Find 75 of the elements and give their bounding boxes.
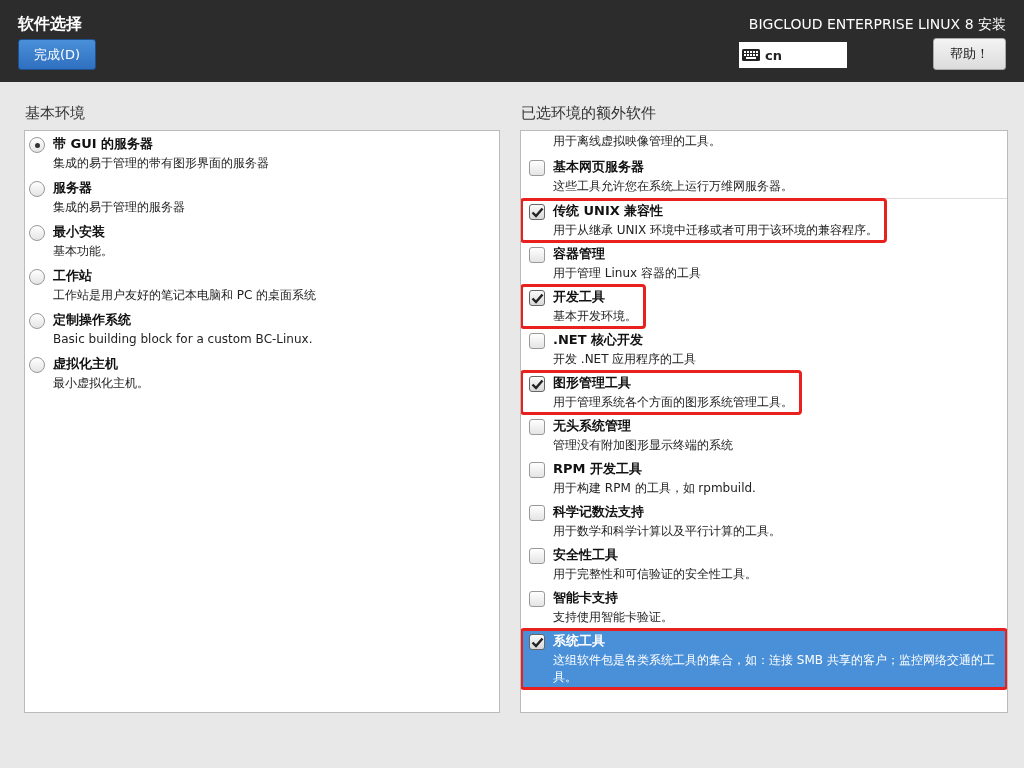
- environment-description: 最小虚拟化主机。: [53, 375, 149, 392]
- checkbox[interactable]: [529, 376, 545, 392]
- environment-description: Basic building block for a custom BC-Linux.: [53, 331, 313, 348]
- addon-name: 传统 UNIX 兼容性: [553, 202, 665, 220]
- checkbox[interactable]: [529, 419, 545, 435]
- addon-name: 容器管理: [553, 245, 606, 263]
- environment-name: 最小安装: [53, 223, 106, 241]
- checkbox[interactable]: [529, 505, 545, 521]
- environment-name: 工作站: [53, 267, 93, 285]
- addon-name: 无头系统管理: [553, 417, 632, 435]
- addon-item[interactable]: 基本网页服务器 这些工具允许您在系统上运行万维网服务器。: [521, 155, 801, 198]
- addon-name: 科学记数法支持: [553, 503, 645, 521]
- addon-item[interactable]: 安全性工具 用于完整性和可信验证的安全性工具。: [521, 543, 765, 586]
- addon-name: 基本网页服务器: [553, 158, 645, 176]
- radio-button[interactable]: [29, 313, 45, 329]
- addon-description: 用于管理系统各个方面的图形系统管理工具。: [553, 394, 793, 411]
- addon-description: 用于管理 Linux 容器的工具: [553, 265, 701, 282]
- environment-name: 带 GUI 的服务器: [53, 135, 155, 153]
- addon-description: 用于从继承 UNIX 环境中迁移或者可用于该环境的兼容程序。: [553, 222, 879, 239]
- environment-description: 工作站是用户友好的笔记本电脑和 PC 的桌面系统: [53, 287, 317, 304]
- addon-name: 开发工具: [553, 288, 606, 306]
- addon-name: 智能卡支持: [553, 589, 619, 607]
- addon-item[interactable]: 智能卡支持 支持使用智能卡验证。: [521, 586, 681, 629]
- environment-description: 集成的易于管理的带有图形界面的服务器: [53, 155, 269, 172]
- addon-description: 基本开发环境。: [553, 308, 637, 325]
- radio-button[interactable]: [29, 357, 45, 373]
- addon-item[interactable]: 无头系统管理 管理没有附加图形显示终端的系统: [521, 414, 741, 457]
- addon-description: 管理没有附加图形显示终端的系统: [553, 437, 733, 454]
- addon-name: 图形管理工具: [553, 374, 632, 392]
- environment-description: 基本功能。: [53, 243, 113, 260]
- done-button[interactable]: 完成(D): [18, 39, 96, 70]
- addon-description: 用于构建 RPM 的工具，如 rpmbuild.: [553, 480, 756, 497]
- checkbox[interactable]: [529, 462, 545, 478]
- page-title: 软件选择: [18, 14, 82, 35]
- addon-description: 支持使用智能卡验证。: [553, 609, 673, 626]
- addon-item[interactable]: 容器管理 用于管理 Linux 容器的工具: [521, 242, 709, 285]
- addon-name: 安全性工具: [553, 546, 619, 564]
- radio-button[interactable]: [29, 181, 45, 197]
- checkbox[interactable]: [529, 634, 545, 650]
- addon-name: .NET 核心开发: [553, 331, 645, 349]
- checkbox[interactable]: [529, 160, 545, 176]
- addon-item[interactable]: 传统 UNIX 兼容性 用于从继承 UNIX 环境中迁移或者可用于该环境的兼容程序。: [521, 199, 887, 242]
- radio-button[interactable]: [29, 269, 45, 285]
- radio-button[interactable]: [29, 225, 45, 241]
- checkbox[interactable]: [529, 204, 545, 220]
- checkbox[interactable]: [529, 548, 545, 564]
- addon-item[interactable]: .NET 核心开发 开发 .NET 应用程序的工具: [521, 328, 705, 371]
- addon-name: RPM 开发工具: [553, 460, 643, 478]
- addon-description: 这组软件包是各类系统工具的集合，如：连接 SMB 共享的客户；监控网络交通的工具。: [553, 652, 996, 686]
- addon-description: 开发 .NET 应用程序的工具: [553, 351, 697, 368]
- addon-description: 这些工具允许您在系统上运行万维网服务器。: [553, 178, 793, 195]
- checkbox[interactable]: [529, 591, 545, 607]
- environment-name: 虚拟化主机: [53, 355, 119, 373]
- addon-item[interactable]: 科学记数法支持 用于数学和科学计算以及平行计算的工具。: [521, 500, 789, 543]
- addon-item[interactable]: 图形管理工具 用于管理系统各个方面的图形系统管理工具。: [521, 371, 801, 414]
- addon-name: 系统工具: [553, 632, 606, 650]
- addon-item[interactable]: RPM 开发工具 用于构建 RPM 的工具，如 rpmbuild.: [521, 457, 764, 500]
- addon-item[interactable]: 开发工具 基本开发环境。: [521, 285, 645, 328]
- checkbox[interactable]: [529, 290, 545, 306]
- environment-description: 集成的易于管理的服务器: [53, 199, 185, 216]
- addon-description: 用于离线虚拟映像管理的工具。: [553, 133, 721, 150]
- checkbox[interactable]: [529, 333, 545, 349]
- environment-name: 定制操作系统: [53, 311, 132, 329]
- addon-description: 用于数学和科学计算以及平行计算的工具。: [553, 523, 781, 540]
- keyboard-icon: [742, 49, 760, 61]
- keyboard-layout-field[interactable]: cn: [739, 42, 847, 68]
- addon-item[interactable]: 用于离线虚拟映像管理的工具。: [521, 131, 729, 155]
- checkbox[interactable]: [529, 247, 545, 263]
- section-heading: 基本环境: [24, 104, 86, 123]
- environment-name: 服务器: [53, 179, 93, 197]
- product-title: BIGCLOUD ENTERPRISE LINUX 8 安装: [748, 16, 1006, 34]
- section-heading: 已选环境的额外软件: [520, 104, 657, 123]
- help-button[interactable]: 帮助！: [933, 38, 1006, 70]
- radio-button[interactable]: [29, 137, 45, 153]
- addon-description: 用于完整性和可信验证的安全性工具。: [553, 566, 757, 583]
